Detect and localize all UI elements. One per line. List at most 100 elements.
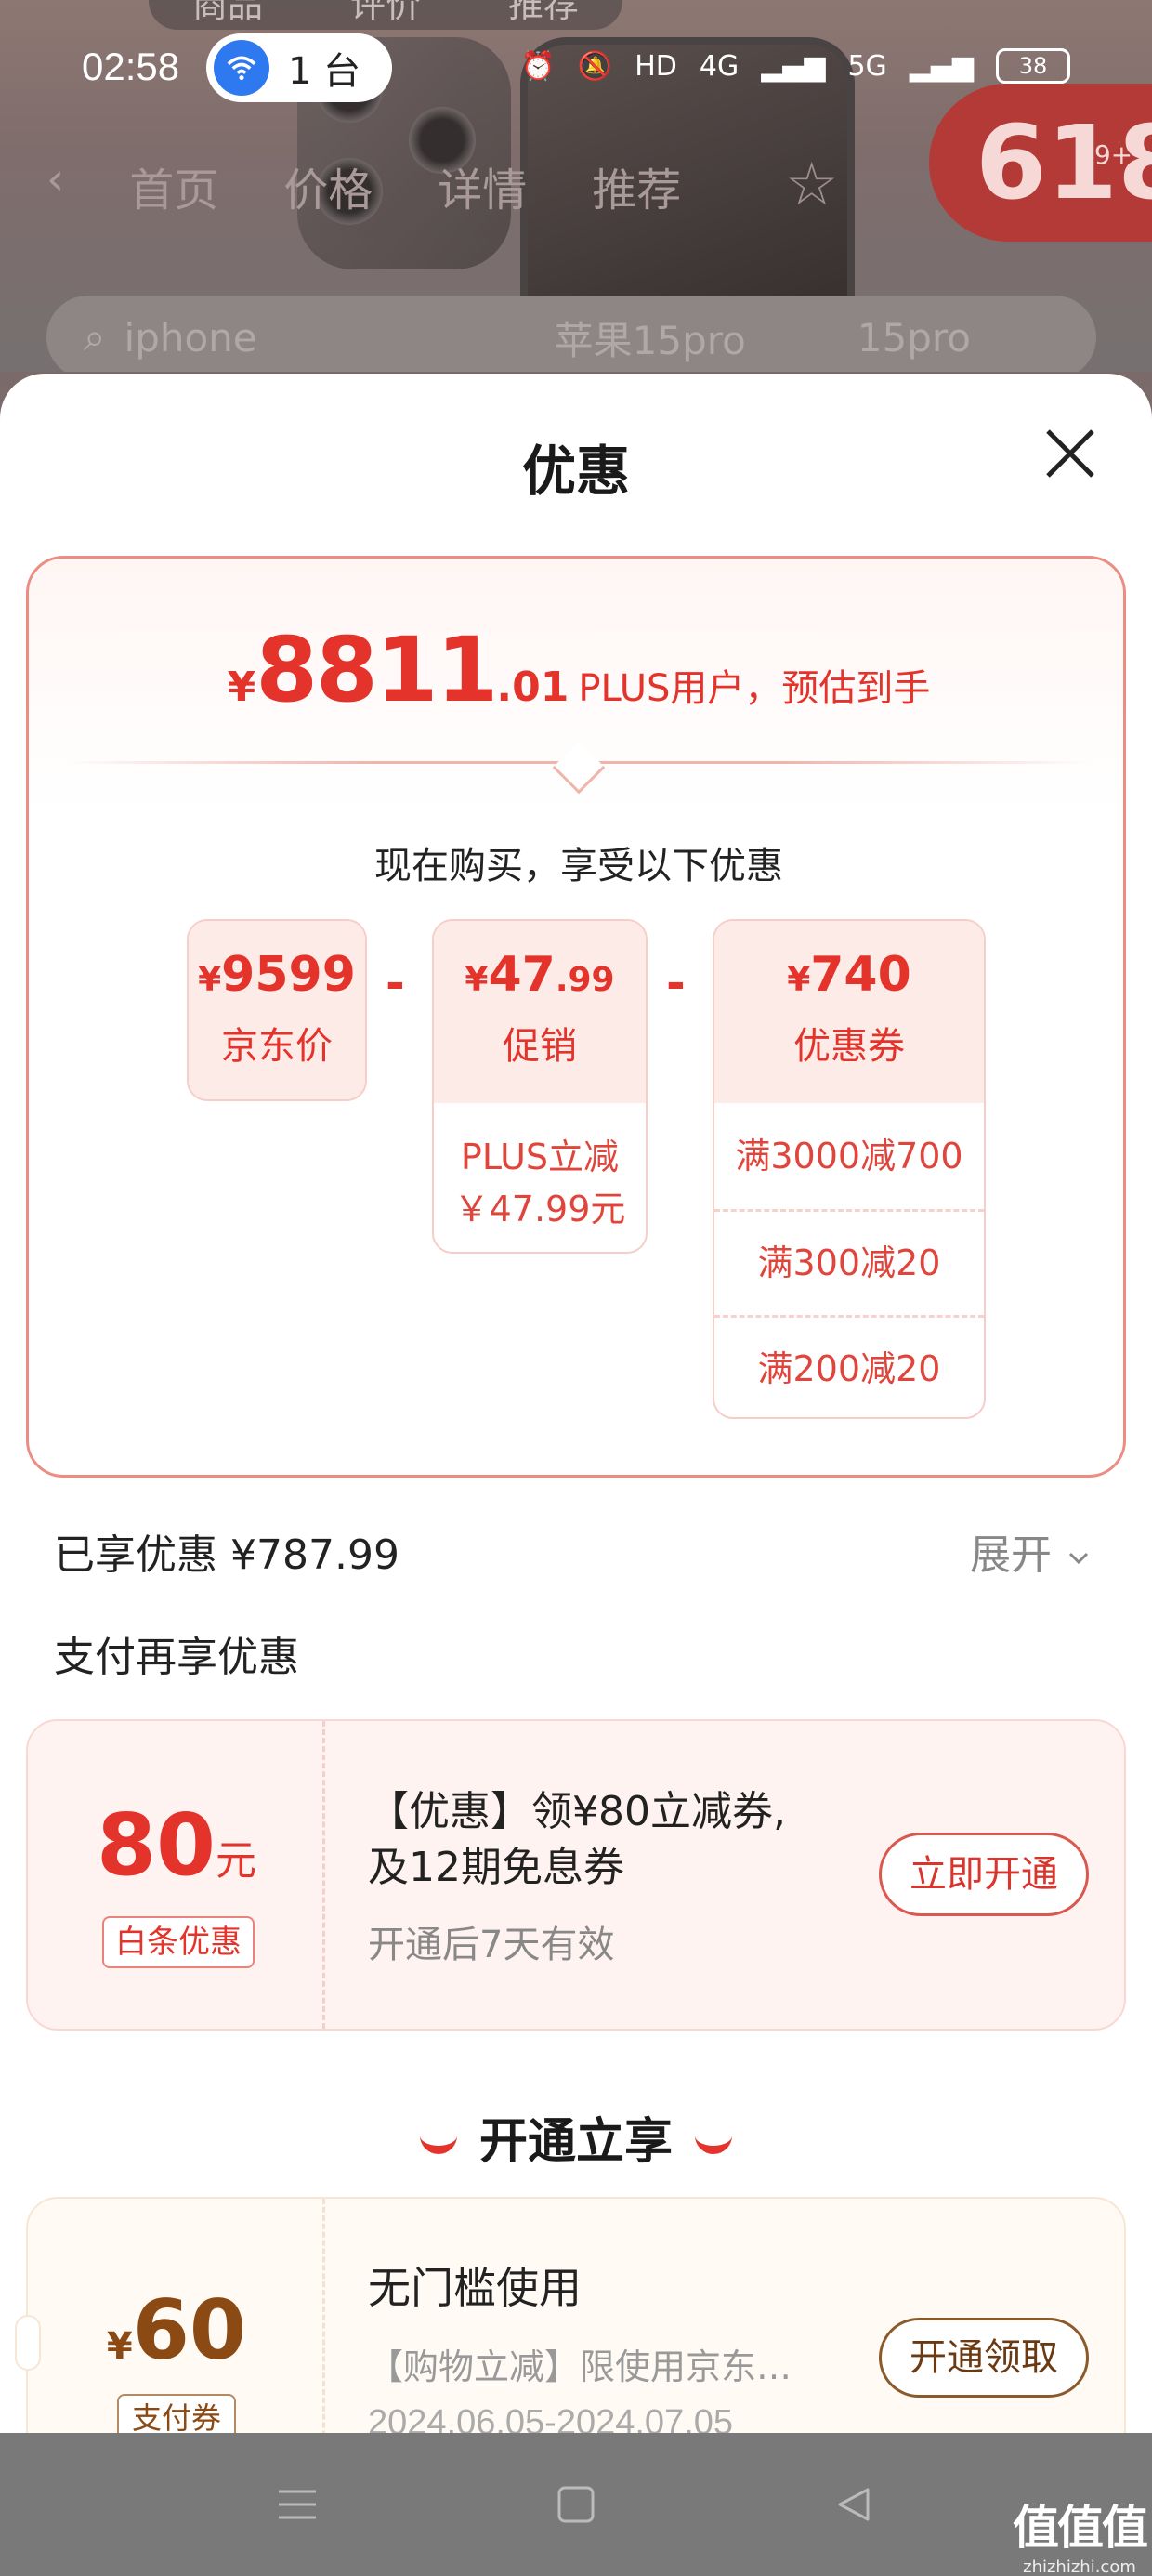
coupon-amount: 80元 [28,1795,325,1895]
back-triangle-icon [838,2488,870,2521]
smile-decoration-icon [695,2136,732,2154]
currency-symbol: ¥ [465,961,489,999]
coupon-value: 740 [810,947,911,1003]
background-nav-item: 价格 [283,164,373,217]
watermark-logo: 值值值 [1013,2501,1148,2555]
jd-price-box: ¥9599 京东价 [187,919,367,1101]
coupon-detail: 满200减20 [714,1315,984,1417]
home-square-icon [557,2486,595,2523]
home-button[interactable] [548,2477,604,2532]
background-nav-item: 首页 [129,164,219,217]
coupon-amount: ¥60 [28,2282,325,2378]
open-section-header: 开通立享 [0,2102,1152,2172]
open-section-title: 开通立享 [478,2114,673,2170]
activate-claim-button[interactable]: 开通领取 [879,2318,1089,2398]
background-search-text: iphone [124,314,257,361]
coupon-description-line: 及12期免息券 [368,1844,624,1891]
status-icons: ⏰ 🔕 HD 4G ▂▄▆ 5G ▂▄▆ 38 [520,48,1070,84]
battery-level: 38 [1018,53,1048,79]
signal-5g-label: 5G [847,49,887,83]
promo-head: ¥47.99 促销 [434,921,646,1103]
discount-sheet: 优惠 ¥8811.01 PLUS用户，预估到手 现在购买，享受以下优惠 ¥9599… [0,374,1152,2576]
close-icon [1046,429,1094,478]
watermark-url: zhizhizhi.com [1023,2557,1136,2576]
alarm-icon: ⏰ [520,49,556,83]
promo-badge-count: 99+ [1078,139,1133,170]
jd-price-value: 9599 [221,947,356,1003]
divider-arrow-icon [552,741,606,795]
device-pill[interactable]: 1 台 [206,33,392,102]
search-icon: ⌕ [84,314,106,360]
coupon-left-panel: 80元 白条优惠 [28,1721,325,2029]
currency-symbol: ¥ [227,664,256,711]
estimated-price-decimal: .01 [496,664,569,711]
coupon-description: 【优惠】领¥80立减券, 及12期免息券 [368,1784,888,1896]
chevron-down-icon [1068,1552,1089,1565]
coupon-amount-value: 80 [96,1795,216,1895]
currency-symbol: ¥ [106,2325,133,2368]
enjoyed-discount: 已享优惠 ¥787.99 [54,1531,399,1579]
menu-button[interactable] [269,2477,325,2532]
background-nav-item: 详情 [438,164,528,217]
watermark: 值值值 zhizhizhi.com [1013,2491,1148,2576]
back-button[interactable] [827,2477,883,2532]
coupon-head: ¥740 优惠券 [714,921,984,1103]
activate-now-button[interactable]: 立即开通 [879,1833,1089,1916]
signal-icon: ▂▄▆ [761,49,826,83]
background-search-chip: 苹果15pro [554,317,746,363]
menu-icon [279,2490,316,2519]
coupon-description: 【购物立减】限使用京东… [368,2346,792,2387]
estimated-price-integer: 8811 [255,618,498,722]
status-time: 02:58 [82,45,180,88]
coupon-label: 优惠券 [793,1025,905,1068]
expand-label: 展开 [970,1531,1052,1579]
hd-label: HD [635,49,677,83]
status-bar: 02:58 1 台 ⏰ 🔕 HD 4G ▂▄▆ 5G ▂▄▆ 38 [0,0,1152,139]
jd-price-amount: ¥9599 [189,921,365,1003]
coupon-amount-value: 60 [132,2282,247,2378]
background-nav: ‹ 首页 价格 详情 推荐 [46,153,681,218]
minus-operator: - [386,956,405,1010]
device-count: 1 台 [288,50,361,93]
jd-price-head: ¥9599 京东价 [189,921,365,1099]
estimated-price: ¥8811.01 PLUS用户，预估到手 [29,618,1129,722]
currency-symbol: ¥ [787,961,811,999]
signal-4g-label: 4G [699,49,740,83]
promo-decimal: .99 [555,961,615,999]
background-nav-item: 推荐 [592,164,682,217]
promo-detail: PLUS立减 [460,1137,620,1177]
star-icon: ☆ [785,151,839,219]
battery-icon: 38 [996,48,1070,84]
promo-label: 促销 [503,1025,577,1068]
promo-detail: ￥47.99元 [453,1189,626,1229]
coupon-description-line: 【优惠】领¥80立减券, [368,1788,786,1835]
minus-operator: - [666,956,686,1010]
coupon-validity: 开通后7天有效 [368,1924,615,1966]
coupon-amount: ¥740 [714,921,984,1003]
promo-box: ¥47.99 促销 PLUS立减 ￥47.99元 [432,919,648,1254]
close-button[interactable] [1041,424,1100,483]
currency-symbol: ¥ [198,961,222,999]
expand-button[interactable]: 展开 [970,1521,1093,1581]
background-search-chip: 15pro [857,314,971,361]
coupon-detail: 满300减20 [714,1209,984,1315]
coupon-title: 无门槛使用 [368,2263,582,2313]
baitiao-coupon-card: 80元 白条优惠 【优惠】领¥80立减券, 及12期免息券 开通后7天有效 立即… [26,1719,1126,2031]
mute-icon: 🔕 [577,49,613,83]
wifi-icon [214,40,269,96]
price-breakdown-card: ¥8811.01 PLUS用户，预估到手 现在购买，享受以下优惠 ¥9599 京东… [26,556,1126,1478]
pay-section-title: 支付再享优惠 [54,1634,299,1681]
sheet-title: 优惠 [521,440,630,503]
estimated-price-label: PLUS用户，预估到手 [578,667,931,710]
smile-decoration-icon [419,2136,457,2154]
coupon-detail: 满3000减700 [735,1136,963,1176]
back-icon: ‹ [46,153,65,205]
coupon-tag: 白条优惠 [102,1916,255,1968]
background-search: ⌕ iphone 苹果15pro 15pro [46,296,1096,372]
breakdown-subtitle: 现在购买，享受以下优惠 [374,845,783,887]
jd-price-label: 京东价 [221,1025,333,1068]
signal-icon: ▂▄▆ [909,49,974,83]
coupon-box: ¥740 优惠券 满3000减700 满300减20 满200减20 [713,919,986,1419]
promo-amount: ¥47.99 [434,921,646,1003]
system-nav-bar [0,2433,1152,2576]
